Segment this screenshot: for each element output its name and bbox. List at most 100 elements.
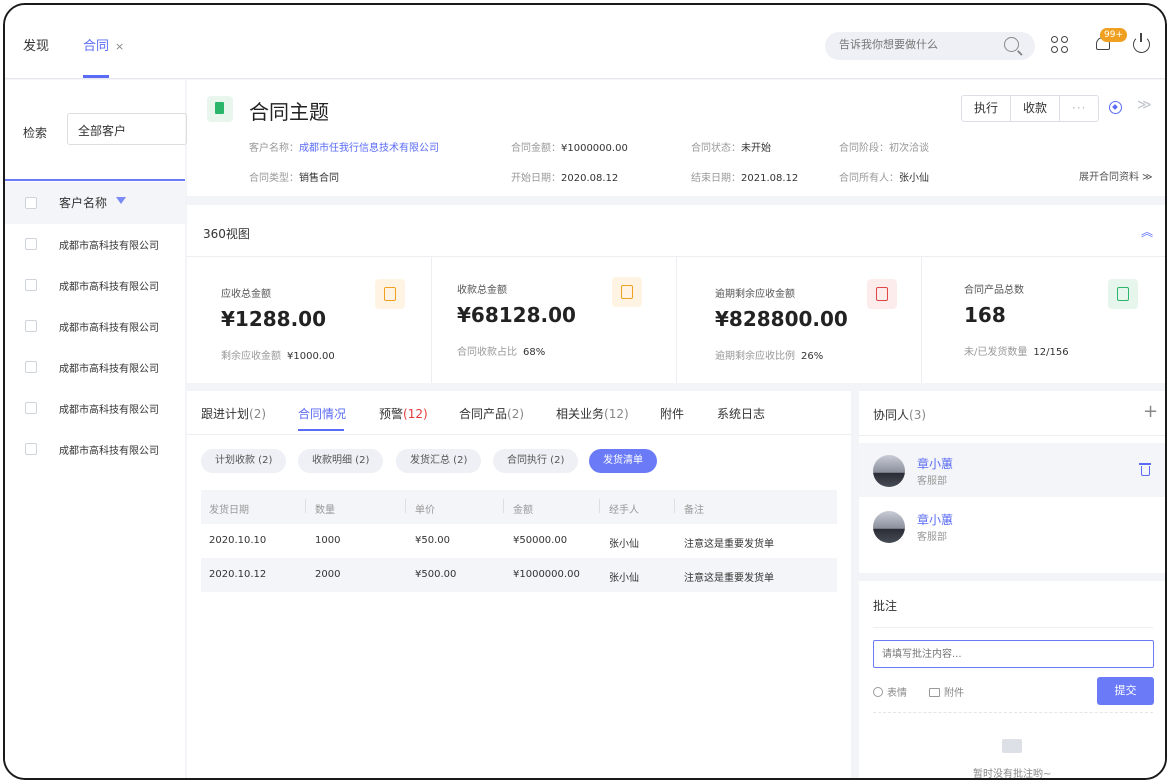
submit-button[interactable]: 提交 [1097,677,1154,705]
add-collaborator-icon[interactable]: + [1143,401,1158,422]
tab-label: 预警 [379,407,404,421]
shipping-table: 发货日期 数量 单价 金额 经手人 备注 2020.10.10 1000 ¥50… [201,490,837,592]
detail-tabs: 跟进计划(2) 合同情况 预警(12) 合同产品(2) 相关业务(12) 附件 … [187,391,851,435]
collaborator-item[interactable]: 章小蕙 客服部 [859,499,1165,553]
collaborators-panel: 协同人(3) + 章小蕙 客服部 章小蕙 客服部 [859,391,1165,573]
apps-icon[interactable] [1051,36,1069,54]
meta-type: 合同类型：销售合同 [249,169,339,184]
compass-icon[interactable] [1109,101,1122,114]
table-cell: 张小仙 [609,539,639,550]
overdue-icon [867,279,897,309]
filter-icon[interactable] [116,197,126,204]
collaborator-name[interactable]: 章小蕙 [917,511,953,528]
divider [859,435,1165,436]
table-cell: 注意这是重要发货单 [684,573,774,584]
column-header: 发货日期 [209,505,249,516]
pill-shipping-list[interactable]: 发货清单 [589,449,657,473]
row-checkbox[interactable] [25,443,37,455]
tab-warnings[interactable]: 预警(12) [379,405,428,422]
list-header: 客户名称 [5,182,185,224]
close-icon[interactable]: × [115,40,124,53]
emoji-button[interactable]: 表情 [873,684,907,699]
comments-panel: 批注 表情 附件 提交 暂时没有批注哟~ [859,581,1165,778]
list-item[interactable]: 成都市高科技有限公司 [5,265,185,305]
collapse-icon[interactable]: ︽ [1141,223,1153,240]
meta-label: 开始日期： [511,173,561,184]
section-title: 360视图 [203,227,250,241]
meta-label: 合同阶段： [839,143,889,154]
global-search [825,32,1035,60]
meta-status: 合同状态：未开始 [691,139,771,154]
avatar [873,455,905,487]
meta-value: 销售合同 [299,173,339,184]
pill-shipping-summary[interactable]: 发货汇总 (2) [396,449,482,473]
search-icon[interactable] [1004,37,1019,52]
comment-input[interactable] [873,640,1154,668]
stat-overdue: 逾期剩余应收金额 ¥828800.00 逾期剩余应收比例 26% [677,257,922,383]
meta-stage: 合同阶段：初次洽谈 [839,139,929,154]
tab-underline [83,75,109,78]
meta-label: 客户名称： [249,143,299,154]
power-icon[interactable] [1133,33,1150,53]
tab-count: (2) [249,407,267,421]
page-title: 合同主题 [249,100,329,124]
stat-sub-label: 逾期剩余应收比例 [715,351,795,362]
tab-follow-plan[interactable]: 跟进计划(2) [201,405,266,422]
column-header: 单价 [405,499,435,516]
pill-contract-execution[interactable]: 合同执行 (2) [493,449,579,473]
stat-products: 合同产品总数 168 未/已发货数量 12/156 [922,257,1165,383]
avatar [873,511,905,543]
tab-contract[interactable]: 合同 × [83,35,124,54]
divider [5,179,185,181]
customer-name: 成都市高科技有限公司 [59,241,159,252]
list-item[interactable]: 成都市高科技有限公司 [5,429,185,469]
tab-related-business[interactable]: 相关业务(12) [556,405,629,422]
stat-sub-label: 未/已发货数量 [964,347,1028,358]
table-row[interactable]: 2020.10.10 1000 ¥50.00 ¥50000.00 张小仙 注意这… [201,524,837,558]
meta-label: 结束日期： [691,173,741,184]
stat-value: 168 [964,303,1006,327]
row-checkbox[interactable] [25,320,37,332]
column-header: 经手人 [599,499,639,516]
stat-value: ¥1288.00 [221,307,327,331]
action-buttons: 执行 收款 ··· [961,95,1100,122]
select-all-checkbox[interactable] [25,197,37,209]
table-cell: ¥500.00 [415,569,457,580]
table-row[interactable]: 2020.10.12 2000 ¥500.00 ¥1000000.00 张小仙 … [201,558,837,592]
row-checkbox[interactable] [25,279,37,291]
pill-planned-collection[interactable]: 计划收款 (2) [201,449,287,473]
more-button[interactable]: ··· [1060,96,1098,121]
double-chevron-right-icon[interactable]: ≫ [1137,97,1152,113]
expand-contract-link[interactable]: 展开合同资料 ≫ [1079,168,1153,183]
attach-button[interactable]: 附件 [929,684,964,699]
list-item[interactable]: 成都市高科技有限公司 [5,306,185,346]
smile-icon [873,687,883,697]
tab-attachments[interactable]: 附件 [660,405,684,422]
list-item[interactable]: 成都市高科技有限公司 [5,347,185,387]
nav-discover[interactable]: 发现 [23,35,49,54]
tab-products[interactable]: 合同产品(2) [459,405,524,422]
stat-collected: 收款总金额 ¥68128.00 合同收款占比 68% [432,257,677,383]
row-checkbox[interactable] [25,238,37,250]
search-input[interactable] [839,38,999,51]
stat-label: 应收总金额 [221,289,271,300]
execute-button[interactable]: 执行 [962,96,1012,121]
collaborator-dept: 客服部 [917,532,947,543]
row-checkbox[interactable] [25,402,37,414]
row-checkbox[interactable] [25,361,37,373]
list-item[interactable]: 成都市高科技有限公司 [5,224,185,264]
meta-start: 开始日期：2020.08.12 [511,169,618,184]
pill-collection-detail[interactable]: 收款明细 (2) [298,449,384,473]
list-item[interactable]: 成都市高科技有限公司 [5,388,185,428]
trash-icon[interactable] [1139,463,1151,476]
customer-filter-select[interactable]: 全部客户 [67,113,187,145]
stat-sub: 逾期剩余应收比例 26% [715,347,823,362]
customer-link[interactable]: 成都市任我行信息技术有限公司 [299,143,439,154]
stat-sub-label: 剩余应收金额 [221,351,281,362]
tab-contract-status[interactable]: 合同情况 [298,405,346,422]
collect-button[interactable]: 收款 [1011,96,1061,121]
tab-system-log[interactable]: 系统日志 [717,405,765,422]
collaborator-name[interactable]: 章小蕙 [917,455,953,472]
table-header: 发货日期 数量 单价 金额 经手人 备注 [201,490,837,524]
collaborator-item[interactable]: 章小蕙 客服部 [859,443,1165,497]
